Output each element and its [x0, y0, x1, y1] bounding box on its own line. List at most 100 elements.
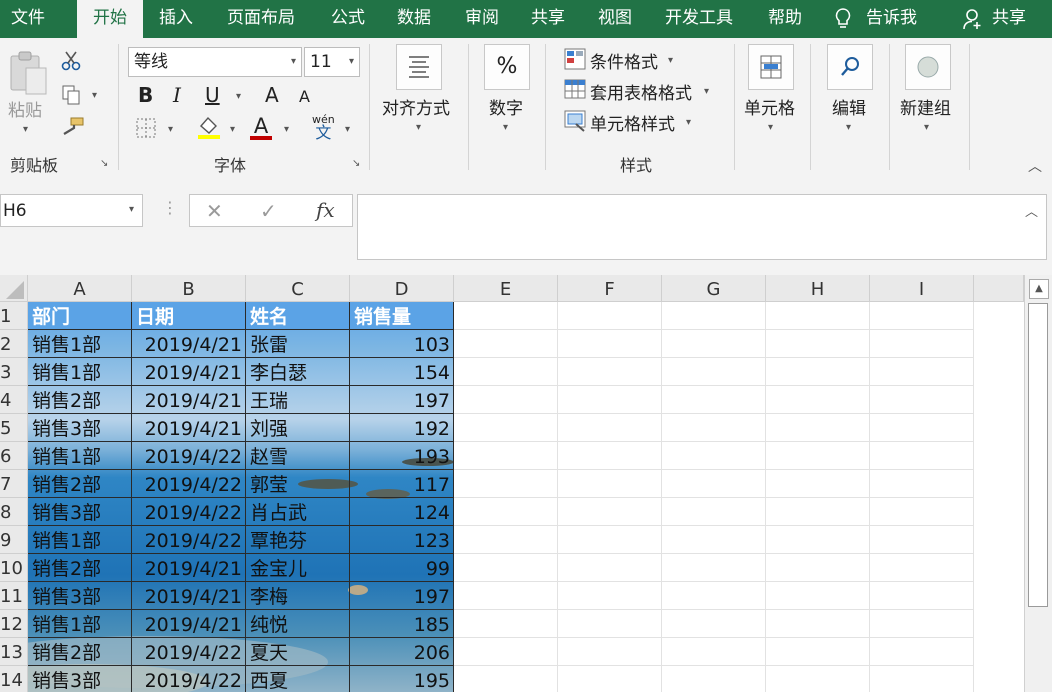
collapse-formula-bar-icon[interactable]: ︿: [1025, 201, 1038, 220]
empty-cell[interactable]: [766, 610, 870, 638]
tab-page-layout[interactable]: 页面布局: [227, 0, 295, 38]
cell-name[interactable]: 张雷: [246, 330, 350, 358]
row-header[interactable]: 11: [0, 582, 28, 610]
cell-date[interactable]: 2019/4/22: [132, 470, 246, 498]
select-all-corner[interactable]: [0, 275, 28, 302]
row-header[interactable]: 14: [0, 666, 28, 692]
cell-date[interactable]: 2019/4/21: [132, 554, 246, 582]
tab-home[interactable]: 开始: [77, 0, 143, 38]
format-painter-icon[interactable]: [60, 116, 84, 142]
empty-cell[interactable]: [766, 526, 870, 554]
cell-department[interactable]: 销售2部: [28, 554, 132, 582]
cell-sales[interactable]: 154: [350, 358, 454, 386]
row-header[interactable]: 13: [0, 638, 28, 666]
empty-cell[interactable]: [558, 414, 662, 442]
increase-font-button[interactable]: A: [265, 83, 279, 107]
cell-sales[interactable]: 195: [350, 666, 454, 692]
cell-department[interactable]: 销售1部: [28, 526, 132, 554]
empty-cell[interactable]: [662, 442, 766, 470]
cell-sales[interactable]: 197: [350, 386, 454, 414]
empty-cell[interactable]: [870, 638, 974, 666]
empty-cell[interactable]: [558, 554, 662, 582]
cell-sales[interactable]: 103: [350, 330, 454, 358]
conditional-format-button[interactable]: 条件格式: [590, 48, 658, 73]
empty-cell[interactable]: [662, 666, 766, 692]
empty-cell[interactable]: [558, 470, 662, 498]
row-header[interactable]: 9: [0, 526, 28, 554]
copy-dropdown-icon[interactable]: ▾: [92, 90, 97, 101]
empty-cell[interactable]: [870, 330, 974, 358]
formula-bar-splitter[interactable]: ⋮: [162, 198, 178, 217]
cell-sales[interactable]: 206: [350, 638, 454, 666]
cell-department[interactable]: 销售1部: [28, 610, 132, 638]
table-format-dropdown-icon[interactable]: ▾: [704, 86, 709, 97]
empty-cell[interactable]: [454, 638, 558, 666]
empty-cell[interactable]: [558, 610, 662, 638]
empty-cell[interactable]: [870, 498, 974, 526]
cell-department[interactable]: 销售2部: [28, 638, 132, 666]
empty-cell[interactable]: [870, 442, 974, 470]
header-cell-department[interactable]: 部门: [28, 302, 132, 330]
header-cell-date[interactable]: 日期: [132, 302, 246, 330]
empty-cell[interactable]: [662, 554, 766, 582]
paste-dropdown-icon[interactable]: ▾: [23, 124, 28, 135]
column-header-a[interactable]: A: [28, 275, 132, 302]
cell-department[interactable]: 销售1部: [28, 442, 132, 470]
empty-cell[interactable]: [766, 638, 870, 666]
insert-function-button[interactable]: fx: [316, 198, 335, 222]
table-format-button[interactable]: 套用表格格式: [590, 79, 692, 104]
row-header[interactable]: 10: [0, 554, 28, 582]
empty-cell[interactable]: [870, 414, 974, 442]
tab-view[interactable]: 视图: [598, 0, 632, 38]
cell-name[interactable]: 王瑞: [246, 386, 350, 414]
cell-department[interactable]: 销售3部: [28, 582, 132, 610]
cell-date[interactable]: 2019/4/21: [132, 414, 246, 442]
column-header-e[interactable]: E: [454, 275, 558, 302]
empty-cell[interactable]: [454, 414, 558, 442]
cell-date[interactable]: 2019/4/21: [132, 358, 246, 386]
alignment-button[interactable]: 对齐方式: [382, 94, 450, 119]
cut-icon[interactable]: [60, 50, 82, 76]
empty-cell[interactable]: [766, 582, 870, 610]
cell-sales[interactable]: 99: [350, 554, 454, 582]
underline-button[interactable]: U: [205, 83, 220, 107]
empty-cell[interactable]: [870, 526, 974, 554]
conditional-format-icon[interactable]: [564, 48, 586, 74]
cell-sales[interactable]: 185: [350, 610, 454, 638]
empty-cell[interactable]: [558, 582, 662, 610]
cell-date[interactable]: 2019/4/22: [132, 442, 246, 470]
cell-date[interactable]: 2019/4/21: [132, 610, 246, 638]
row-header[interactable]: 6: [0, 442, 28, 470]
tab-insert[interactable]: 插入: [159, 0, 193, 38]
new-group-button[interactable]: 新建组: [900, 94, 951, 119]
row-header[interactable]: 5: [0, 414, 28, 442]
empty-cell[interactable]: [870, 302, 974, 330]
cell-name[interactable]: 郭莹: [246, 470, 350, 498]
empty-cell[interactable]: [454, 358, 558, 386]
cells-button[interactable]: 单元格: [744, 94, 795, 119]
cancel-icon[interactable]: ✕: [206, 199, 223, 223]
bold-button[interactable]: B: [138, 83, 153, 107]
cell-department[interactable]: 销售3部: [28, 414, 132, 442]
empty-cell[interactable]: [454, 610, 558, 638]
empty-cell[interactable]: [766, 330, 870, 358]
cell-department[interactable]: 销售2部: [28, 386, 132, 414]
column-header-h[interactable]: H: [766, 275, 870, 302]
decrease-font-button[interactable]: A: [299, 87, 310, 106]
empty-cell[interactable]: [662, 330, 766, 358]
header-cell-sales[interactable]: 销售量: [350, 302, 454, 330]
cell-date[interactable]: 2019/4/22: [132, 666, 246, 692]
cell-name[interactable]: 金宝儿: [246, 554, 350, 582]
empty-cell[interactable]: [870, 582, 974, 610]
tab-review[interactable]: 审阅: [465, 0, 499, 38]
paste-icon[interactable]: [8, 50, 50, 100]
cell-styles-button[interactable]: 单元格样式: [590, 110, 675, 135]
empty-cell[interactable]: [558, 330, 662, 358]
empty-cell[interactable]: [454, 526, 558, 554]
empty-cell[interactable]: [662, 610, 766, 638]
empty-cell[interactable]: [766, 386, 870, 414]
empty-cell[interactable]: [766, 554, 870, 582]
border-dropdown-icon[interactable]: ▾: [168, 124, 173, 135]
font-launcher-icon[interactable]: ↘: [352, 158, 360, 169]
empty-cell[interactable]: [662, 414, 766, 442]
